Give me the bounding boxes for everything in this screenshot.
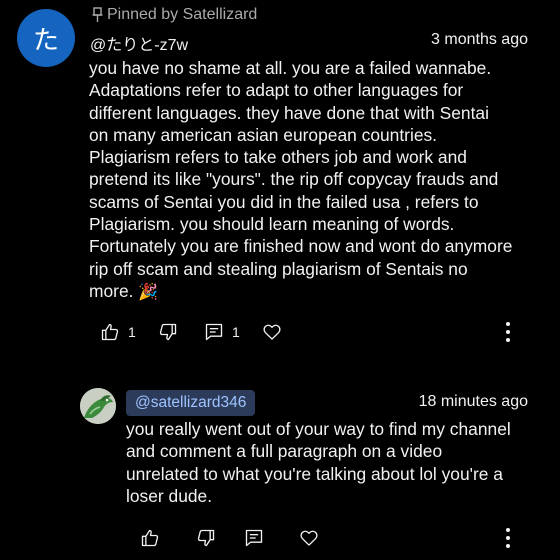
comment-action-bar: 1 1 <box>0 320 560 344</box>
reply-reply-button[interactable] <box>244 526 264 550</box>
reply-heart-button[interactable] <box>299 526 319 550</box>
dragon-avatar-icon <box>80 388 116 424</box>
heart-icon <box>263 324 281 340</box>
reply-body: you really went out of your way to find … <box>126 419 511 506</box>
more-vert-icon-dot <box>506 330 510 334</box>
comment-timestamp[interactable]: 3 months ago <box>431 31 528 49</box>
more-vert-icon <box>506 528 510 532</box>
thumbs-down-icon <box>197 529 215 547</box>
reply-count: 1 <box>232 324 240 340</box>
thumbs-up-icon <box>141 529 159 547</box>
reply-avatar[interactable] <box>80 388 116 424</box>
dislike-button[interactable] <box>158 320 178 344</box>
comment-text: you have no shame at all. you are a fail… <box>89 58 513 301</box>
comment-author[interactable]: @たりと-z7w <box>90 31 188 55</box>
more-vert-icon-dot <box>506 544 510 548</box>
avatar-letter: た <box>32 25 59 56</box>
heart-icon <box>300 530 318 546</box>
reply-timestamp[interactable]: 18 minutes ago <box>419 393 528 411</box>
reply-button[interactable]: 1 <box>204 320 240 344</box>
reply-dislike-button[interactable] <box>196 526 216 550</box>
reply-author-mention[interactable]: @satellizard346 <box>126 390 256 416</box>
pinned-indicator: Pinned by Satellizard <box>91 6 257 24</box>
reply-action-bar <box>0 526 560 550</box>
reply-like-button[interactable] <box>140 526 160 550</box>
commenter-avatar[interactable]: た <box>17 9 75 67</box>
thumbs-down-icon <box>159 323 177 341</box>
party-popper-emoji: 🎉 <box>138 281 159 301</box>
more-vert-icon <box>506 322 510 326</box>
like-button[interactable]: 1 <box>100 320 136 344</box>
thumbs-up-icon <box>101 323 119 341</box>
comment-more-options-button[interactable] <box>503 320 513 344</box>
reply-icon <box>245 529 263 547</box>
like-count: 1 <box>128 324 136 340</box>
reply-more-options-button[interactable] <box>503 526 513 550</box>
comment-body: you have no shame at all. you are a fail… <box>89 57 539 303</box>
reply-icon <box>205 323 223 341</box>
more-vert-icon-dot <box>506 536 510 540</box>
pin-icon <box>92 7 103 22</box>
pinned-label: Pinned by Satellizard <box>107 6 258 23</box>
more-vert-icon-dot <box>506 338 510 342</box>
heart-button[interactable] <box>262 320 282 344</box>
